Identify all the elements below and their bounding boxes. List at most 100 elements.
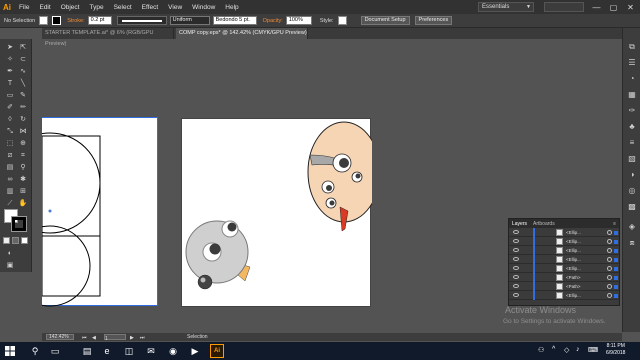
- visibility-eye-icon[interactable]: [513, 230, 519, 234]
- illustrator-taskbar-icon[interactable]: Ai: [210, 344, 224, 358]
- selection-indicator[interactable]: [614, 294, 618, 298]
- transparency-icon[interactable]: ◑: [627, 170, 637, 180]
- people-icon[interactable]: ⚇: [538, 346, 544, 354]
- menu-object[interactable]: Object: [56, 4, 85, 11]
- chrome-icon[interactable]: ◉: [166, 344, 180, 358]
- search-icon[interactable]: ⚲: [28, 344, 42, 358]
- tray-arrow-icon[interactable]: ^: [552, 346, 555, 353]
- tab-layers[interactable]: Layers: [509, 221, 530, 227]
- target-circle-icon[interactable]: [607, 275, 612, 280]
- target-circle-icon[interactable]: [607, 257, 612, 262]
- libraries-icon[interactable]: ☰: [627, 58, 637, 68]
- free-transform-tool-icon[interactable]: ⬚: [4, 139, 16, 149]
- selection-indicator[interactable]: [614, 258, 618, 262]
- pen-tool-icon[interactable]: ✒: [4, 67, 16, 77]
- tab-comp-copy[interactable]: COMP copy.eps* @ 142.42% (CMYK/GPU Previ…: [176, 28, 308, 39]
- target-circle-icon[interactable]: [607, 248, 612, 253]
- store-icon[interactable]: ◫: [122, 344, 136, 358]
- width-tool-icon[interactable]: ⋈: [17, 127, 29, 137]
- minimize-button[interactable]: —: [588, 0, 605, 14]
- symbols-icon[interactable]: ♣: [627, 122, 637, 132]
- layer-row[interactable]: <Path>: [509, 273, 619, 282]
- paintbrush-tool-icon[interactable]: ✎: [17, 91, 29, 101]
- selection-indicator[interactable]: [614, 285, 618, 289]
- slice-tool-icon[interactable]: ⟋: [4, 199, 16, 209]
- drawing-mode-icon[interactable]: ◐: [4, 249, 16, 259]
- curvature-tool-icon[interactable]: ∿: [17, 67, 29, 77]
- target-circle-icon[interactable]: [607, 230, 612, 235]
- hand-tool-icon[interactable]: ✋: [17, 199, 29, 209]
- artboard-comp-copy[interactable]: [181, 118, 381, 307]
- color-guide-icon[interactable]: ◔: [627, 74, 637, 84]
- layers-panel-icon[interactable]: ◈: [627, 222, 637, 232]
- menu-view[interactable]: View: [163, 4, 187, 11]
- style-swatch[interactable]: [337, 16, 347, 25]
- menu-help[interactable]: Help: [220, 4, 243, 11]
- previous-artboard-icon[interactable]: ◀: [92, 334, 96, 342]
- graphic-styles-icon[interactable]: ▩: [627, 202, 637, 212]
- media-player-icon[interactable]: ▶: [188, 344, 202, 358]
- selection-indicator[interactable]: [614, 240, 618, 244]
- mail-icon[interactable]: ✉: [144, 344, 158, 358]
- gradient-panel-icon[interactable]: ▧: [627, 154, 637, 164]
- tab-starter-template[interactable]: STARTER TEMPLATE.ai* @ 6% (RGB/GPU Previ…: [42, 28, 174, 47]
- screen-mode-icon[interactable]: ▣: [4, 261, 16, 271]
- file-explorer-icon[interactable]: ▤: [80, 344, 94, 358]
- selection-indicator[interactable]: [614, 231, 618, 235]
- target-circle-icon[interactable]: [607, 266, 612, 271]
- layer-row[interactable]: <Ellip...: [509, 228, 619, 237]
- visibility-eye-icon[interactable]: [513, 284, 519, 288]
- help-search-input[interactable]: [544, 2, 584, 12]
- taskbar-clock[interactable]: 8:11 PM 6/9/2018: [606, 343, 625, 357]
- visibility-eye-icon[interactable]: [513, 248, 519, 252]
- fill-swatch[interactable]: [39, 16, 49, 25]
- keyboard-icon[interactable]: ⌨: [588, 346, 598, 354]
- visibility-eye-icon[interactable]: [513, 293, 519, 297]
- scale-tool-icon[interactable]: ⤡: [4, 127, 16, 137]
- selection-indicator[interactable]: [614, 267, 618, 271]
- tab-artboards[interactable]: Artboards: [530, 221, 558, 227]
- target-circle-icon[interactable]: [607, 239, 612, 244]
- brushes-icon[interactable]: ✑: [627, 106, 637, 116]
- selection-tool-icon[interactable]: ➤: [4, 43, 16, 53]
- windows-start-icon[interactable]: [5, 346, 15, 356]
- color-mode-icon[interactable]: [3, 237, 10, 244]
- gradient-tool-icon[interactable]: ▤: [4, 163, 16, 173]
- artboard-number-field[interactable]: 1: [104, 334, 126, 342]
- opacity-field[interactable]: 100%: [285, 16, 312, 25]
- next-artboard-icon[interactable]: ▶: [130, 334, 134, 342]
- direct-selection-tool-icon[interactable]: ⇱: [17, 43, 29, 53]
- pencil-tool-icon[interactable]: ✏: [17, 103, 29, 113]
- layer-row[interactable]: <Ellip...: [509, 255, 619, 264]
- layer-row[interactable]: <Ellip...: [509, 237, 619, 246]
- task-view-icon[interactable]: ▭: [48, 344, 62, 358]
- stroke-swatch[interactable]: [52, 16, 62, 25]
- opacity-label[interactable]: Opacity:: [263, 18, 283, 24]
- brush-definition-select[interactable]: Bedondo 5 pt.: [212, 16, 257, 25]
- swatches-icon[interactable]: ▦: [627, 90, 637, 100]
- visibility-eye-icon[interactable]: [513, 275, 519, 279]
- type-tool-icon[interactable]: T: [4, 79, 16, 89]
- profile-select[interactable]: Uniform: [169, 16, 210, 25]
- stroke-weight-field[interactable]: 0.2 pt: [87, 16, 112, 25]
- layer-row[interactable]: <Ellip...: [509, 291, 619, 300]
- symbol-sprayer-tool-icon[interactable]: ✱: [17, 175, 29, 185]
- panel-menu-icon[interactable]: ≡: [613, 221, 619, 227]
- menu-file[interactable]: File: [14, 4, 34, 11]
- rotate-tool-icon[interactable]: ↻: [17, 115, 29, 125]
- blend-tool-icon[interactable]: ∞: [4, 175, 16, 185]
- layer-row[interactable]: <Ellip...: [509, 264, 619, 273]
- workspace-switcher[interactable]: Essentials ▼: [478, 2, 534, 12]
- line-tool-icon[interactable]: ╲: [17, 79, 29, 89]
- magic-wand-tool-icon[interactable]: ✧: [4, 55, 16, 65]
- target-circle-icon[interactable]: [607, 284, 612, 289]
- eraser-tool-icon[interactable]: ◊: [4, 115, 16, 125]
- first-artboard-icon[interactable]: ⏮: [82, 334, 87, 342]
- menu-window[interactable]: Window: [187, 4, 220, 11]
- edge-icon[interactable]: e: [100, 344, 114, 358]
- target-circle-icon[interactable]: [607, 293, 612, 298]
- rectangle-tool-icon[interactable]: ▭: [4, 91, 16, 101]
- menu-effect[interactable]: Effect: [137, 4, 164, 11]
- volume-icon[interactable]: ♪: [576, 346, 580, 353]
- visibility-eye-icon[interactable]: [513, 257, 519, 261]
